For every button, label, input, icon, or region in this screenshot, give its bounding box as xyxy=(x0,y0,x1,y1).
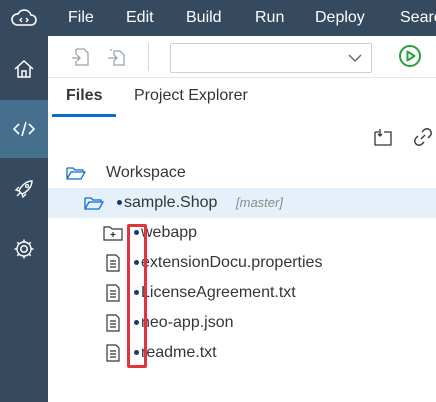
import-folder-button[interactable] xyxy=(104,45,128,69)
sidebar-item-home[interactable] xyxy=(0,40,48,98)
tree-item-label: Workspace xyxy=(106,164,186,181)
rocket-icon xyxy=(14,180,33,199)
play-icon xyxy=(399,45,421,67)
active-tab-indicator xyxy=(52,114,116,117)
collapse-all-button[interactable] xyxy=(372,126,394,153)
menu-search[interactable]: Search xyxy=(400,0,436,36)
collapse-all-icon xyxy=(374,129,392,146)
file-panel-tools xyxy=(48,118,436,158)
tree-item-file[interactable]: LicenseAgreement.txt xyxy=(48,278,436,308)
chevron-down-icon xyxy=(348,54,362,63)
link-icon xyxy=(414,128,432,146)
menu-build[interactable]: Build xyxy=(186,0,222,36)
sidebar xyxy=(0,36,48,402)
link-editor-button[interactable] xyxy=(412,126,434,153)
home-icon xyxy=(14,59,34,78)
menu-file[interactable]: File xyxy=(68,0,94,36)
gear-icon xyxy=(14,239,34,259)
document-icon xyxy=(106,284,120,302)
tree-item-webapp[interactable]: webapp xyxy=(48,218,436,248)
import-folder-icon xyxy=(108,49,125,66)
tree-item-file[interactable]: neo-app.json xyxy=(48,308,436,338)
run-button[interactable] xyxy=(398,44,422,73)
tree-item-label: readme.txt xyxy=(141,344,217,361)
import-file-icon xyxy=(72,48,89,66)
folder-open-icon xyxy=(66,167,86,180)
document-icon xyxy=(106,344,120,362)
folder-open-icon xyxy=(84,197,104,210)
sidebar-item-development[interactable] xyxy=(0,100,48,158)
tab-project-explorer[interactable]: Project Explorer xyxy=(134,78,248,118)
menu-edit[interactable]: Edit xyxy=(126,0,154,36)
tab-files[interactable]: Files xyxy=(66,78,102,118)
run-configuration-select[interactable] xyxy=(170,43,372,73)
file-tree: Workspace sample.Shop [master] webapp ex… xyxy=(48,158,436,402)
git-branch-label: [master] xyxy=(236,195,283,210)
code-icon xyxy=(12,121,36,137)
menu-deploy[interactable]: Deploy xyxy=(315,0,365,36)
tree-item-label: LicenseAgreement.txt xyxy=(141,284,296,301)
new-file-button[interactable] xyxy=(68,45,92,69)
tree-item-label: webapp xyxy=(141,224,198,241)
tree-item-file[interactable]: extensionDocu.properties xyxy=(48,248,436,278)
folder-collapsed-icon xyxy=(103,226,123,241)
document-icon xyxy=(106,254,120,272)
menu-run[interactable]: Run xyxy=(255,0,284,36)
git-status-dot xyxy=(117,200,122,205)
tree-item-workspace[interactable]: Workspace xyxy=(48,158,436,188)
sidebar-item-deploy[interactable] xyxy=(0,160,48,218)
tree-item-label: sample.Shop xyxy=(124,194,218,211)
tree-item-project[interactable]: sample.Shop [master] xyxy=(48,188,436,218)
cloud-code-icon[interactable] xyxy=(0,0,48,36)
tree-item-label: neo-app.json xyxy=(141,314,234,331)
annotation-highlight-box xyxy=(127,224,147,368)
explorer-tabs: Files Project Explorer xyxy=(48,78,436,118)
toolbar-separator xyxy=(148,43,149,71)
editor-toolbar xyxy=(48,36,436,78)
document-icon xyxy=(106,314,120,332)
tree-item-label: extensionDocu.properties xyxy=(141,254,323,271)
menubar: File Edit Build Run Deploy Search xyxy=(0,0,436,36)
sidebar-item-settings[interactable] xyxy=(0,220,48,278)
tree-item-file[interactable]: readme.txt xyxy=(48,338,436,368)
